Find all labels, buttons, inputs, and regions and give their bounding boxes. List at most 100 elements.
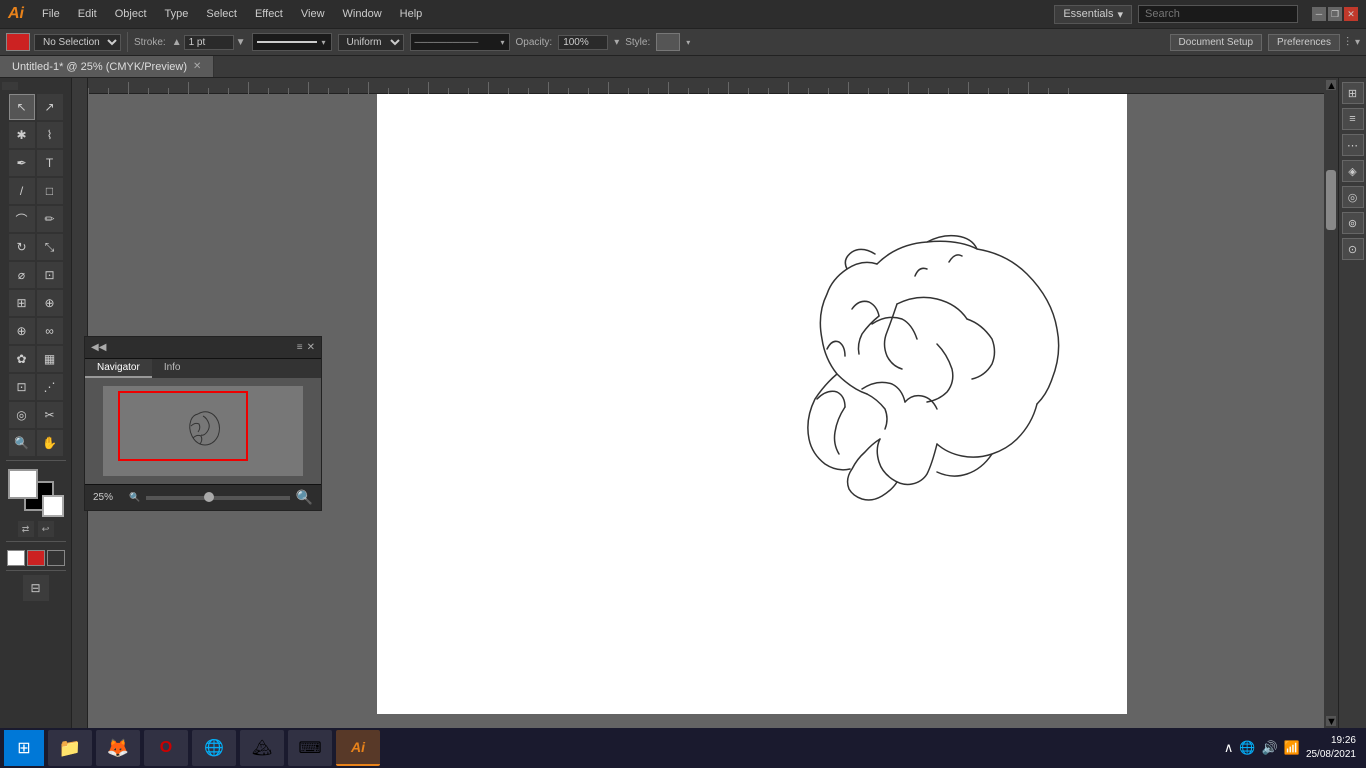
taskbar-right: ∧ 🌐 🔊 📶 19:26 25/08/2021: [1224, 734, 1362, 762]
selection-type-select[interactable]: No Selection: [34, 34, 121, 51]
hand-tool[interactable]: ✋: [37, 430, 63, 456]
nav-thumbnail[interactable]: [103, 386, 303, 476]
column-graph-tool[interactable]: ▦: [37, 346, 63, 372]
menu-edit[interactable]: Edit: [70, 6, 105, 22]
panel-appearance-button[interactable]: ⊙: [1342, 238, 1364, 260]
options-menu-icon[interactable]: ▾: [1355, 37, 1360, 48]
zoom-out-icon[interactable]: 🔍: [129, 492, 140, 503]
default-colors-button[interactable]: ↩: [38, 521, 54, 537]
warp-tool[interactable]: ⌀: [9, 262, 35, 288]
menu-help[interactable]: Help: [392, 6, 431, 22]
minimize-button[interactable]: ─: [1312, 7, 1326, 21]
fill-mode-icon[interactable]: [27, 550, 45, 566]
menu-window[interactable]: Window: [335, 6, 390, 22]
screen-mode-button[interactable]: ⊟: [23, 575, 49, 601]
free-transform-tool[interactable]: ⊞: [9, 290, 35, 316]
scissors-tool[interactable]: ✂: [37, 402, 63, 428]
arrange-icon[interactable]: ⫶: [1346, 35, 1349, 50]
reshape-tool[interactable]: ⊡: [37, 262, 63, 288]
volume-icon[interactable]: 🔊: [1262, 740, 1278, 756]
zoom-slider[interactable]: [146, 496, 289, 500]
normal-mode-icon[interactable]: [7, 550, 25, 566]
taskbar-illustrator[interactable]: Ai: [336, 730, 380, 766]
swap-colors-button[interactable]: ⇄: [18, 521, 34, 537]
panel-menu-button[interactable]: ≡: [297, 342, 303, 353]
rotate-tool[interactable]: ↻: [9, 234, 35, 260]
tab-navigator[interactable]: Navigator: [85, 359, 152, 378]
style-selector[interactable]: [656, 33, 680, 51]
zoom-in-icon[interactable]: 🔍: [296, 489, 313, 506]
taskbar-keyboard[interactable]: ⌨: [288, 730, 332, 766]
taskbar-opera[interactable]: O: [144, 730, 188, 766]
type-tool[interactable]: T: [37, 150, 63, 176]
panel-layers-button[interactable]: ⋯: [1342, 134, 1364, 156]
blend-tool[interactable]: ∞: [37, 318, 63, 344]
stroke-line-selector[interactable]: ▾: [252, 33, 332, 51]
panel-close-button[interactable]: ✕: [307, 342, 315, 353]
direct-selection-tool[interactable]: ↗: [37, 94, 63, 120]
network-icon[interactable]: 🌐: [1239, 740, 1255, 756]
pen-tool[interactable]: ✒: [9, 150, 35, 176]
fill-color-box[interactable]: [6, 33, 30, 51]
tab-info[interactable]: Info: [152, 359, 193, 378]
preferences-button[interactable]: Preferences: [1268, 34, 1340, 51]
opacity-input[interactable]: [558, 35, 608, 50]
taskbar-file-explorer[interactable]: 📁: [48, 730, 92, 766]
wifi-icon[interactable]: 📶: [1284, 740, 1300, 756]
menu-select[interactable]: Select: [198, 6, 245, 22]
paintbrush-tool[interactable]: ⌒: [9, 206, 35, 232]
close-button[interactable]: ✕: [1344, 7, 1358, 21]
style-label: Style:: [625, 37, 650, 48]
panel-align-button[interactable]: ◎: [1342, 186, 1364, 208]
foreground-color-swatch[interactable]: [8, 469, 38, 499]
taskbar-photos[interactable]: 🏔: [240, 730, 284, 766]
pattern-mode-icon[interactable]: [47, 550, 65, 566]
search-input[interactable]: [1138, 5, 1298, 23]
panel-libraries-button[interactable]: ⊞: [1342, 82, 1364, 104]
artboard-tool[interactable]: ⊡: [9, 374, 35, 400]
scale-tool[interactable]: ⤡: [37, 234, 63, 260]
symbol-sprayer-tool[interactable]: ✿: [9, 346, 35, 372]
essentials-dropdown[interactable]: Essentials ▾: [1054, 5, 1132, 24]
scroll-down-button[interactable]: ▼: [1326, 716, 1336, 726]
menu-view[interactable]: View: [293, 6, 333, 22]
panel-transform-button[interactable]: ◈: [1342, 160, 1364, 182]
lasso-tool[interactable]: ⌇: [37, 122, 63, 148]
eraser-tool[interactable]: ◎: [9, 402, 35, 428]
nav-viewport-box[interactable]: [118, 391, 248, 461]
start-button[interactable]: ⊞: [4, 730, 44, 766]
sys-tray-arrow[interactable]: ∧: [1224, 740, 1234, 756]
magic-wand-tool[interactable]: ✱: [9, 122, 35, 148]
panel-properties-button[interactable]: ≡: [1342, 108, 1364, 130]
taskbar-chrome[interactable]: 🌐: [192, 730, 236, 766]
tab-close-button[interactable]: ✕: [193, 61, 201, 72]
stroke-weight-input[interactable]: [184, 35, 234, 50]
document-setup-button[interactable]: Document Setup: [1170, 34, 1263, 51]
system-clock[interactable]: 19:26 25/08/2021: [1306, 734, 1356, 762]
rectangle-tool[interactable]: □: [37, 178, 63, 204]
eyedropper-tool[interactable]: ⊕: [9, 318, 35, 344]
menu-file[interactable]: File: [34, 6, 68, 22]
illustrator-taskbar-icon: Ai: [351, 739, 365, 755]
zoom-slider-thumb[interactable]: [204, 492, 214, 502]
stroke-swatch[interactable]: [42, 495, 64, 517]
slice-tool[interactable]: ⋰: [37, 374, 63, 400]
collapse-arrow-icon[interactable]: ◀◀: [91, 342, 106, 353]
stroke-profile-select[interactable]: Uniform: [338, 34, 404, 51]
menu-type[interactable]: Type: [157, 6, 197, 22]
menu-effect[interactable]: Effect: [247, 6, 291, 22]
panel-pathfinder-button[interactable]: ⊚: [1342, 212, 1364, 234]
restore-button[interactable]: ❐: [1328, 7, 1342, 21]
vertical-scroll-thumb[interactable]: [1326, 170, 1336, 230]
shape-builder-tool[interactable]: ⊕: [37, 290, 63, 316]
taskbar-firefox[interactable]: 🦊: [96, 730, 140, 766]
document-tab[interactable]: Untitled-1* @ 25% (CMYK/Preview) ✕: [0, 56, 214, 77]
pencil-tool[interactable]: ✏: [37, 206, 63, 232]
keyboard-icon: ⌨: [298, 738, 321, 758]
zoom-tool[interactable]: 🔍: [9, 430, 35, 456]
menu-object[interactable]: Object: [107, 6, 155, 22]
selection-tool[interactable]: ↖: [9, 94, 35, 120]
vertical-scrollbar[interactable]: ▲ ▼: [1324, 78, 1338, 728]
line-tool[interactable]: /: [9, 178, 35, 204]
scroll-up-button[interactable]: ▲: [1326, 80, 1336, 90]
